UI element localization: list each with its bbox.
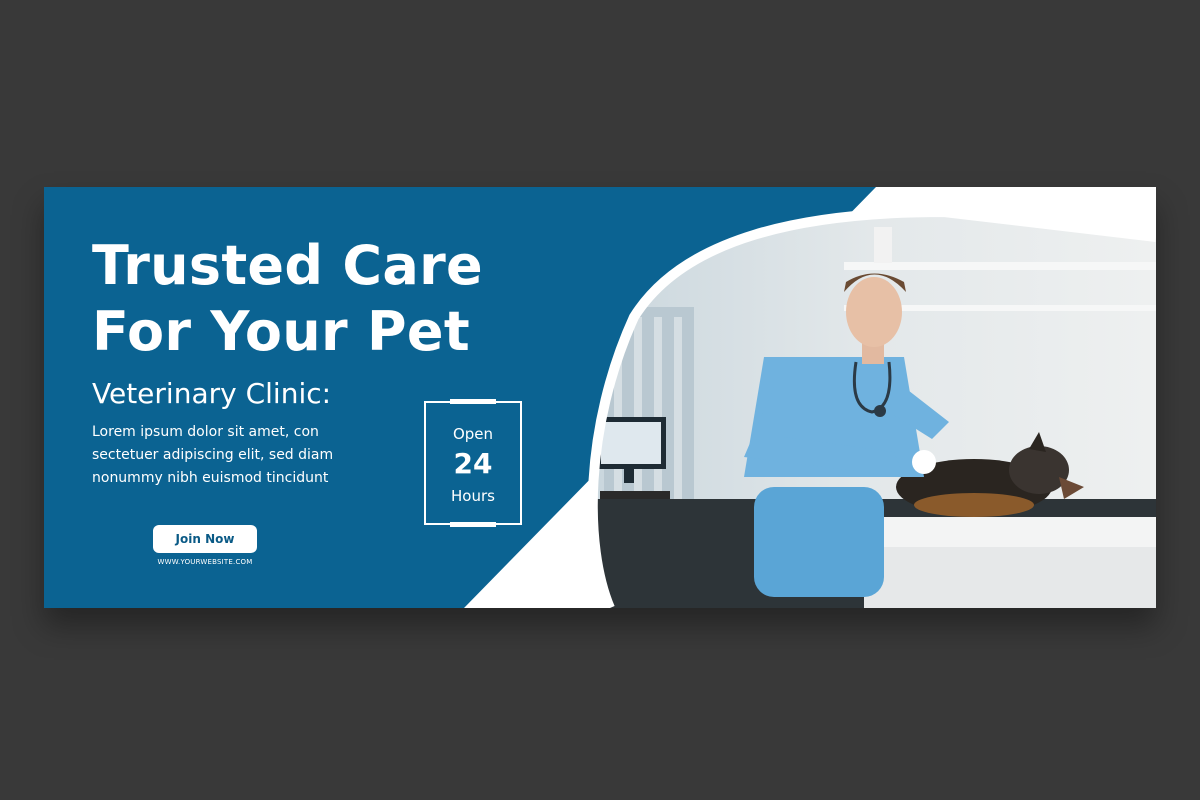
subtitle: Veterinary Clinic: xyxy=(92,377,332,410)
hours-box-bottom-cap xyxy=(450,522,496,527)
hours-open-label: Open xyxy=(452,425,494,443)
hours-unit-label: Hours xyxy=(451,487,495,505)
body-line-3: nonummy nibh euismod tincidunt xyxy=(92,470,329,486)
page-canvas: Trusted Care For Your Pet Veterinary Cli… xyxy=(0,0,1200,800)
headline: Trusted Care For Your Pet xyxy=(92,233,483,365)
join-now-button[interactable]: Join Now xyxy=(153,525,257,553)
body-copy: Lorem ipsum dolor sit amet, con sectetue… xyxy=(92,421,412,490)
hours-box-top-cap xyxy=(450,399,496,404)
headline-line-1: Trusted Care xyxy=(92,234,483,297)
body-line-1: Lorem ipsum dolor sit amet, con xyxy=(92,424,319,440)
hours-number: 24 xyxy=(453,447,493,480)
vet-clinic-banner: Trusted Care For Your Pet Veterinary Cli… xyxy=(44,187,1156,608)
open-hours-box: Open 24 Hours xyxy=(424,399,522,527)
body-line-2: sectetuer adipiscing elit, sed diam xyxy=(92,447,334,463)
headline-line-2: For Your Pet xyxy=(92,300,470,363)
website-link[interactable]: WWW.YOURWEBSITE.COM xyxy=(153,558,257,566)
